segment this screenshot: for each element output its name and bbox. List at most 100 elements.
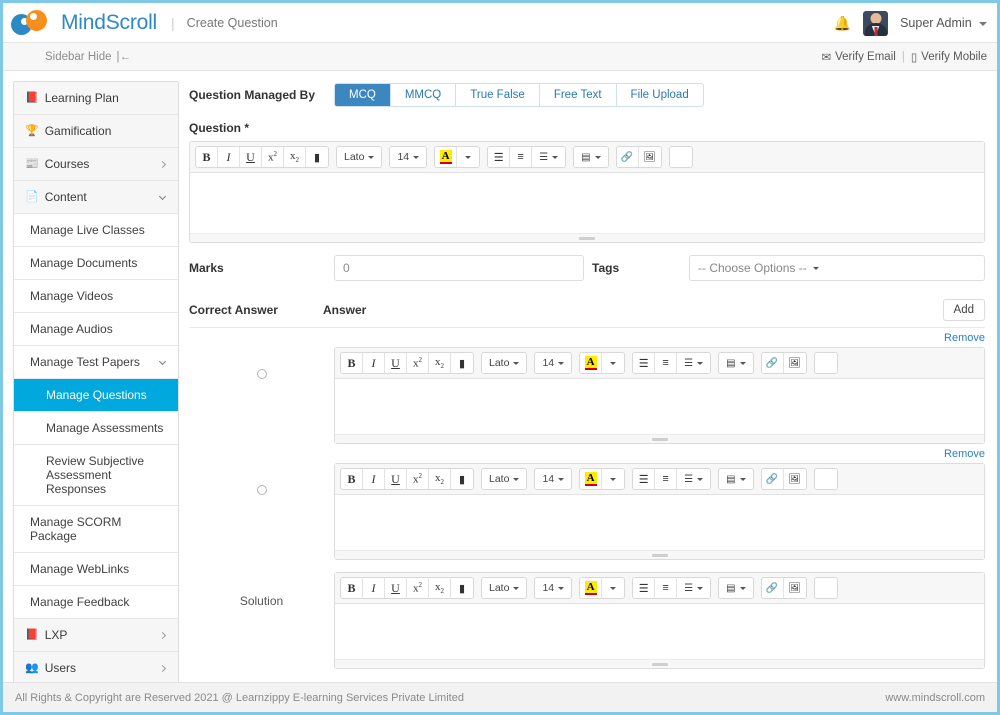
superscript-button[interactable]: x2 xyxy=(262,147,284,167)
image-icon[interactable]: 🖼 xyxy=(638,147,661,167)
answer-editor-body[interactable] xyxy=(335,495,984,550)
subscript-button[interactable]: x2 xyxy=(429,353,451,373)
question-editor-body[interactable] xyxy=(190,173,984,233)
tags-select[interactable]: -- Choose Options -- xyxy=(689,255,985,281)
sidebar-item-content[interactable]: 📄 Content xyxy=(14,181,178,214)
sidebar-item-manage-feedback[interactable]: Manage Feedback xyxy=(14,586,178,619)
underline-button[interactable]: U xyxy=(385,578,407,598)
remove-answer-link[interactable]: Remove xyxy=(944,448,985,460)
align-icon[interactable]: ☰ xyxy=(677,578,711,598)
italic-button[interactable]: I xyxy=(363,469,385,489)
verify-mobile-link[interactable]: ▯ Verify Mobile xyxy=(911,50,987,64)
eraser-icon[interactable]: ▮ xyxy=(451,353,473,373)
underline-button[interactable]: U xyxy=(240,147,262,167)
sidebar-item-courses[interactable]: 📰 Courses xyxy=(14,148,178,181)
italic-button[interactable]: I xyxy=(218,147,240,167)
table-icon[interactable]: ▤ xyxy=(719,578,753,598)
code-icon[interactable] xyxy=(669,147,692,167)
question-editor[interactable]: B I Ux2 x2 ▮ Lato 14 A ☰ ≡ ☰ ▤ 🔗 🖼 xyxy=(189,141,985,243)
table-icon[interactable]: ▤ xyxy=(574,147,608,167)
bold-button[interactable]: B xyxy=(341,578,363,598)
underline-button[interactable]: U xyxy=(385,353,407,373)
add-answer-button[interactable]: Add xyxy=(942,299,985,321)
text-color-button[interactable]: A xyxy=(435,147,458,167)
superscript-button[interactable]: x2 xyxy=(407,578,429,598)
align-icon[interactable]: ☰ xyxy=(677,469,711,489)
code-icon[interactable] xyxy=(814,578,837,598)
sidebar-hide-toggle[interactable]: Sidebar Hide |← xyxy=(45,51,131,63)
tab-file-upload[interactable]: File Upload xyxy=(616,84,703,106)
avatar[interactable] xyxy=(863,10,889,36)
solution-editor[interactable]: B I Ux2 x2 ▮ Lato 14 A ☰ ≡ ☰ ▤ 🔗 🖼 xyxy=(334,572,985,669)
sidebar-item-users[interactable]: 👥 Users xyxy=(14,652,178,685)
verify-email-link[interactable]: ✉ Verify Email xyxy=(821,50,895,64)
numbered-list-icon[interactable]: ≡ xyxy=(655,353,678,373)
correct-answer-radio[interactable] xyxy=(256,485,267,495)
link-icon[interactable]: 🔗 xyxy=(761,353,784,373)
eraser-icon[interactable]: ▮ xyxy=(451,469,473,489)
italic-button[interactable]: I xyxy=(363,578,385,598)
text-color-dropdown[interactable] xyxy=(602,353,625,373)
font-name-select[interactable]: Lato xyxy=(482,469,527,489)
text-color-button[interactable]: A xyxy=(580,469,603,489)
tab-mcq[interactable]: MCQ xyxy=(335,84,391,106)
link-icon[interactable]: 🔗 xyxy=(761,578,784,598)
answer-editor[interactable]: B I Ux2 x2 ▮ Lato 14 A ☰ ≡ ☰ ▤ 🔗 🖼 xyxy=(334,463,985,560)
table-icon[interactable]: ▤ xyxy=(719,353,753,373)
website-link[interactable]: www.mindscroll.com xyxy=(885,692,985,704)
bullet-list-icon[interactable]: ☰ xyxy=(633,578,656,598)
tab-free-text[interactable]: Free Text xyxy=(539,84,617,106)
font-size-select[interactable]: 14 xyxy=(390,147,427,167)
subscript-button[interactable]: x2 xyxy=(429,578,451,598)
user-menu[interactable]: Super Admin xyxy=(900,16,987,30)
italic-button[interactable]: I xyxy=(363,353,385,373)
sidebar-item-manage-videos[interactable]: Manage Videos xyxy=(14,280,178,313)
answer-editor-body[interactable] xyxy=(335,379,984,434)
sidebar-item-manage-test-papers[interactable]: Manage Test Papers xyxy=(14,346,178,379)
answer-editor[interactable]: B I Ux2 x2 ▮ Lato 14 A ☰ ≡ ☰ ▤ 🔗 🖼 xyxy=(334,347,985,444)
text-color-button[interactable]: A xyxy=(580,353,603,373)
link-icon[interactable]: 🔗 xyxy=(616,147,639,167)
align-icon[interactable]: ☰ xyxy=(677,353,711,373)
image-icon[interactable]: 🖼 xyxy=(783,469,806,489)
text-color-dropdown[interactable] xyxy=(602,469,625,489)
sidebar-item-lxp[interactable]: 📕 LXP xyxy=(14,619,178,652)
sidebar-item-review-subjective-assessment-responses[interactable]: Review Subjective Assessment Responses xyxy=(14,445,178,506)
subscript-button[interactable]: x2 xyxy=(284,147,306,167)
answer-editor-resize-handle[interactable] xyxy=(335,434,984,443)
sidebar-item-manage-documents[interactable]: Manage Documents xyxy=(14,247,178,280)
text-color-dropdown[interactable] xyxy=(602,578,625,598)
brand[interactable]: MindScroll xyxy=(11,9,157,36)
sidebar-item-manage-audios[interactable]: Manage Audios xyxy=(14,313,178,346)
bullet-list-icon[interactable]: ☰ xyxy=(633,469,656,489)
solution-editor-resize-handle[interactable] xyxy=(335,659,984,668)
sidebar-item-gamification[interactable]: 🏆 Gamification xyxy=(14,115,178,148)
sidebar-item-manage-weblinks[interactable]: Manage WebLinks xyxy=(14,553,178,586)
solution-editor-body[interactable] xyxy=(335,604,984,659)
font-name-select[interactable]: Lato xyxy=(337,147,382,167)
bold-button[interactable]: B xyxy=(341,469,363,489)
eraser-icon[interactable]: ▮ xyxy=(451,578,473,598)
link-icon[interactable]: 🔗 xyxy=(761,469,784,489)
font-name-select[interactable]: Lato xyxy=(482,353,527,373)
code-icon[interactable] xyxy=(814,353,837,373)
bold-button[interactable]: B xyxy=(341,353,363,373)
font-size-select[interactable]: 14 xyxy=(535,578,572,598)
bell-icon[interactable]: 🔔 xyxy=(834,15,851,32)
correct-answer-radio[interactable] xyxy=(256,369,267,379)
question-editor-resize-handle[interactable] xyxy=(190,233,984,242)
tab-true-false[interactable]: True False xyxy=(456,84,540,106)
bullet-list-icon[interactable]: ☰ xyxy=(633,353,656,373)
numbered-list-icon[interactable]: ≡ xyxy=(510,147,533,167)
numbered-list-icon[interactable]: ≡ xyxy=(655,469,678,489)
bullet-list-icon[interactable]: ☰ xyxy=(488,147,511,167)
font-size-select[interactable]: 14 xyxy=(535,353,572,373)
table-icon[interactable]: ▤ xyxy=(719,469,753,489)
align-icon[interactable]: ☰ xyxy=(532,147,566,167)
image-icon[interactable]: 🖼 xyxy=(783,578,806,598)
underline-button[interactable]: U xyxy=(385,469,407,489)
sidebar-item-manage-questions[interactable]: Manage Questions xyxy=(14,379,178,412)
bold-button[interactable]: B xyxy=(196,147,218,167)
text-color-dropdown[interactable] xyxy=(457,147,480,167)
sidebar-item-manage-scorm-package[interactable]: Manage SCORM Package xyxy=(14,506,178,553)
